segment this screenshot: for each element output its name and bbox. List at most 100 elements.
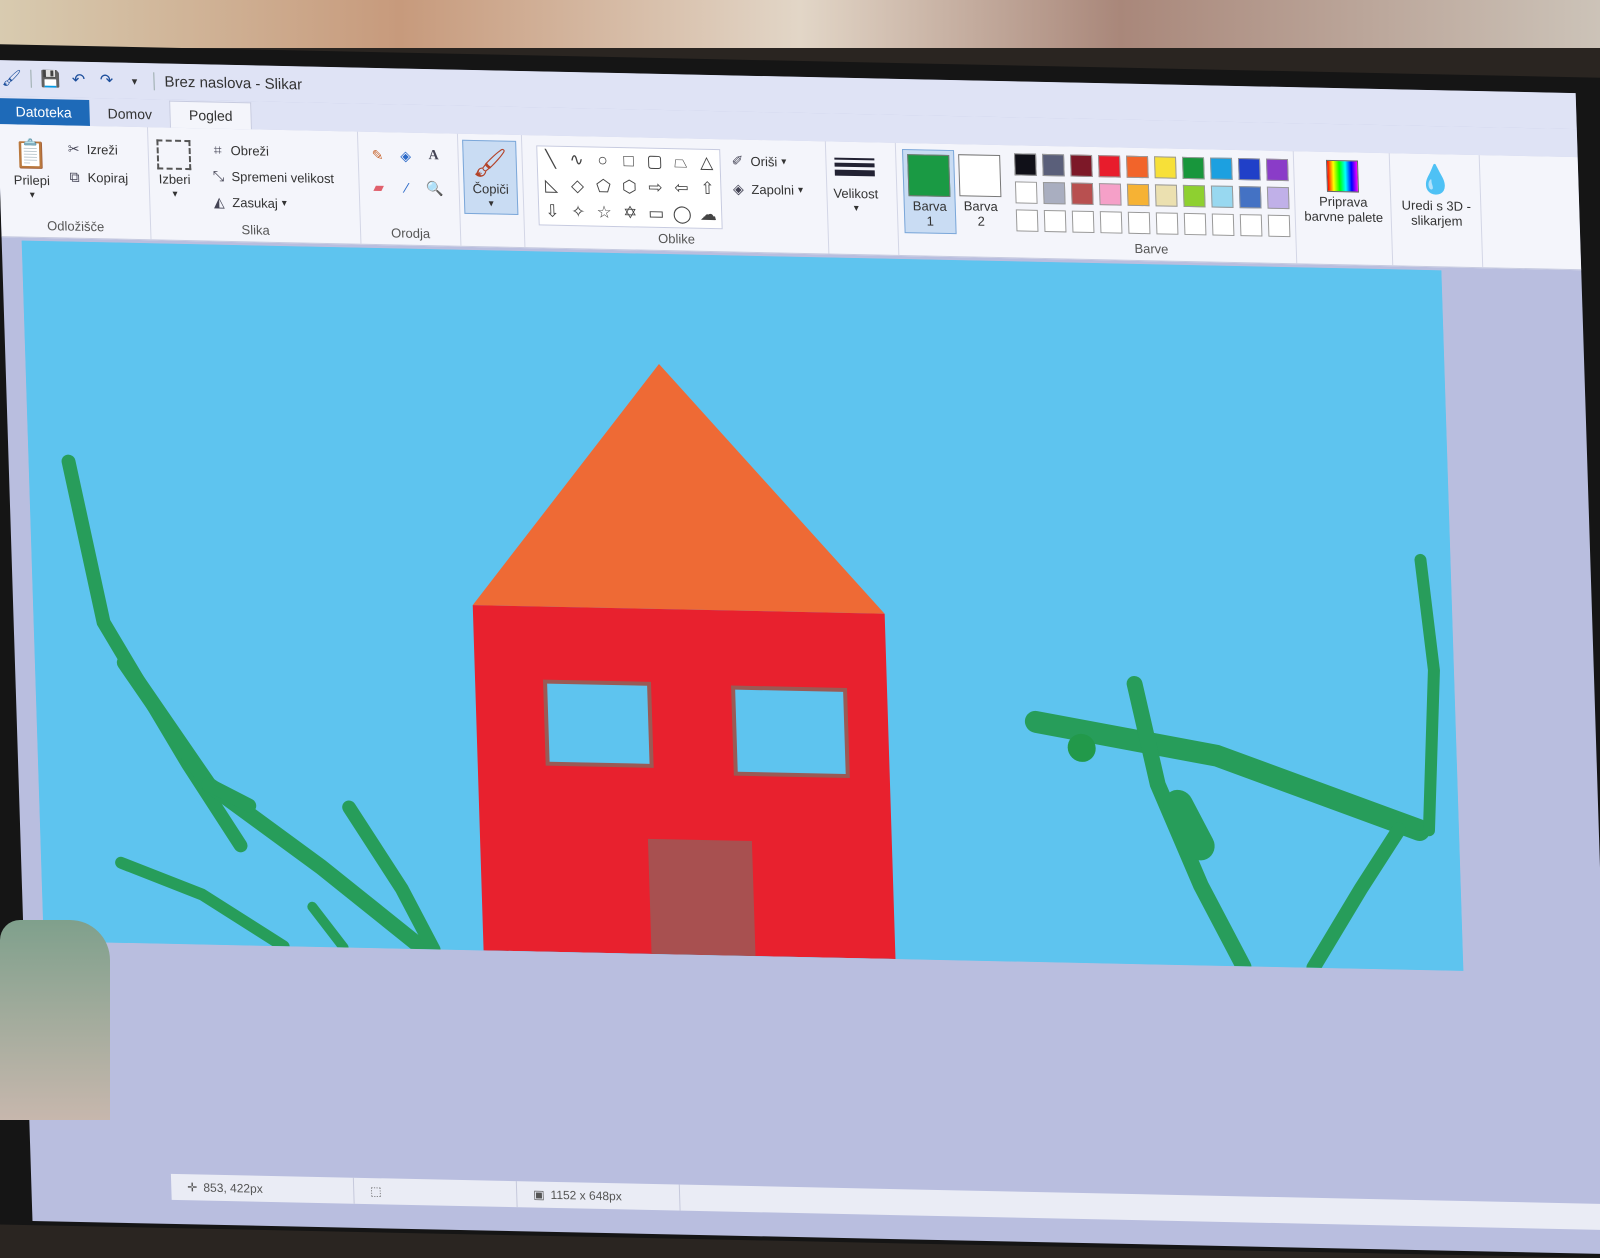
color2-swatch [958, 154, 1002, 198]
rectangle-shape-icon[interactable]: □ [615, 148, 642, 175]
palette-swatch[interactable] [1071, 210, 1095, 234]
eraser-icon[interactable]: ▰ [369, 178, 388, 196]
callout-oval-shape-icon[interactable]: ◯ [669, 201, 696, 228]
palette-swatch[interactable] [1265, 158, 1289, 182]
edit-colors-button[interactable]: Priprava barvne palete [1298, 159, 1388, 225]
copy-button[interactable]: ⧉ Kopiraj [65, 167, 128, 186]
left-arrow-shape-icon[interactable]: ⇦ [668, 175, 695, 202]
app-icon[interactable]: 🖌 [1, 69, 22, 87]
paint3d-button[interactable]: 💧 Uredi s 3D -slikarjem [1394, 161, 1478, 229]
palette-swatch[interactable] [1042, 153, 1065, 177]
palette-swatch[interactable] [1014, 181, 1038, 204]
undo-icon[interactable]: ↶ [69, 71, 88, 89]
shapes-group: ╲ ∿ ○ □ ▢ ⏢ △ ◺ ◇ ⬠ ⬡ ⇨ ⇦ ⇧ ⇩ ✧ ☆ ✡ ▭ ◯ [521, 135, 830, 254]
oval-shape-icon[interactable]: ○ [589, 147, 616, 174]
palette-swatch[interactable] [1014, 153, 1037, 176]
up-arrow-shape-icon[interactable]: ⇧ [694, 176, 721, 203]
house-door [647, 838, 756, 957]
save-icon[interactable]: 💾 [40, 70, 60, 88]
pencil-icon[interactable]: ✎ [368, 146, 387, 164]
palette-swatch[interactable] [1266, 186, 1290, 210]
rounded-rectangle-shape-icon[interactable]: ▢ [641, 149, 668, 176]
palette-swatch[interactable] [1211, 213, 1235, 236]
rotate-icon: ◭ [213, 193, 225, 210]
text-icon[interactable]: A [424, 147, 443, 165]
cut-button[interactable]: ✂ Izreži [64, 139, 118, 158]
select-button[interactable]: Izberi ▾ [156, 139, 192, 200]
curve-shape-icon[interactable]: ∿ [563, 147, 590, 174]
outline-button[interactable]: ✐ Oriši ▾ [728, 151, 786, 170]
palette-swatch[interactable] [1070, 182, 1094, 206]
palette-swatch[interactable] [1182, 184, 1206, 208]
color-picker-icon[interactable]: ⁄ [397, 178, 416, 196]
color2-group: Barva 2 [952, 144, 1008, 257]
brushes-button[interactable]: 🖌 Čopiči ▾ [462, 139, 519, 215]
crop-button[interactable]: ⌗ Obreži [208, 140, 269, 159]
palette-swatch[interactable] [1126, 183, 1150, 207]
paste-button[interactable]: 📋 Prilepi ▾ [12, 136, 50, 201]
customize-dropdown-icon[interactable]: ▾ [125, 72, 144, 90]
palette-swatch[interactable] [1182, 156, 1205, 180]
down-arrow-shape-icon[interactable]: ⇩ [539, 198, 566, 225]
palette-swatch[interactable] [1099, 211, 1123, 234]
diamond-shape-icon[interactable]: ◇ [564, 173, 591, 200]
right-triangle-shape-icon[interactable]: ◺ [538, 172, 565, 199]
triangle-shape-icon[interactable]: △ [693, 150, 720, 177]
drawing-canvas[interactable] [21, 240, 1464, 971]
resize-button[interactable]: ⤡ Spremeni velikost [209, 166, 335, 187]
pentagon-shape-icon[interactable]: ⬠ [590, 173, 617, 200]
palette-swatch[interactable] [1267, 214, 1291, 238]
palette-swatch[interactable] [1154, 156, 1177, 179]
tab-view[interactable]: Pogled [169, 100, 252, 130]
color-spectrum-icon [1325, 159, 1359, 193]
copy-icon: ⧉ [69, 168, 80, 185]
palette-swatch[interactable] [1210, 185, 1234, 208]
palette-swatch[interactable] [1126, 155, 1149, 179]
clipboard-icon: 📋 [13, 137, 49, 170]
redo-icon[interactable]: ↷ [97, 71, 116, 89]
color-palette [1014, 153, 1295, 241]
magnifier-icon[interactable]: 🔍 [425, 179, 444, 197]
four-point-star-shape-icon[interactable]: ✧ [565, 199, 592, 226]
five-point-star-shape-icon[interactable]: ☆ [591, 199, 618, 226]
palette-swatch[interactable] [1209, 157, 1233, 180]
palette-swatch[interactable] [1098, 155, 1121, 178]
clipboard-group: 📋 Prilepi ▾ ✂ Izreži ⧉ Kopiraj Odložišče [0, 124, 152, 240]
tab-file[interactable]: Datoteka [0, 98, 91, 126]
paint-window: 🖌 💾 ↶ ↷ ▾ Brez naslova - Slikar Datoteka… [0, 60, 1600, 1255]
tab-home[interactable]: Domov [89, 100, 170, 128]
palette-swatch[interactable] [1238, 186, 1262, 209]
edit-colors-label: Priprava barvne palete [1304, 193, 1384, 226]
fill-bucket-icon[interactable]: ◈ [396, 146, 415, 164]
image-size: ▣ 1152 x 648px [516, 1181, 681, 1211]
chevron-down-icon: ▾ [281, 197, 287, 209]
palette-swatch[interactable] [1015, 209, 1039, 232]
polygon-shape-icon[interactable]: ⏢ [667, 149, 694, 176]
color1-button[interactable]: Barva 1 [902, 148, 957, 235]
line-shape-icon[interactable]: ╲ [537, 146, 564, 173]
palette-swatch[interactable] [1098, 183, 1122, 206]
palette-swatch[interactable] [1042, 181, 1066, 205]
palette-swatch[interactable] [1237, 158, 1261, 181]
palette-swatch[interactable] [1043, 209, 1067, 233]
size-button[interactable]: Velikost ▾ [832, 150, 879, 215]
callout-rect-shape-icon[interactable]: ▭ [643, 201, 670, 228]
rotate-button[interactable]: ◭ Zasukaj ▾ [210, 193, 287, 213]
right-arrow-shape-icon[interactable]: ⇨ [642, 175, 669, 202]
palette-swatch[interactable] [1183, 212, 1207, 236]
six-point-star-shape-icon[interactable]: ✡ [617, 200, 644, 227]
palette-swatch[interactable] [1070, 154, 1093, 177]
callout-cloud-shape-icon[interactable]: ☁ [695, 202, 722, 229]
crop-label: Obreži [230, 142, 270, 159]
palette-swatch[interactable] [1239, 214, 1263, 237]
crosshair-icon: ✛ [187, 1180, 198, 1195]
image-size-text: 1152 x 648px [550, 1187, 622, 1204]
fill-button[interactable]: ◈ Zapolni ▾ [729, 179, 803, 199]
palette-swatch[interactable] [1155, 212, 1179, 235]
palette-swatch[interactable] [1127, 211, 1151, 235]
palette-swatch[interactable] [1154, 184, 1178, 207]
hexagon-shape-icon[interactable]: ⬡ [616, 174, 643, 201]
fill-icon: ◈ [732, 179, 745, 197]
separator [153, 72, 155, 91]
color2-button[interactable]: Barva 2 [958, 154, 1002, 229]
